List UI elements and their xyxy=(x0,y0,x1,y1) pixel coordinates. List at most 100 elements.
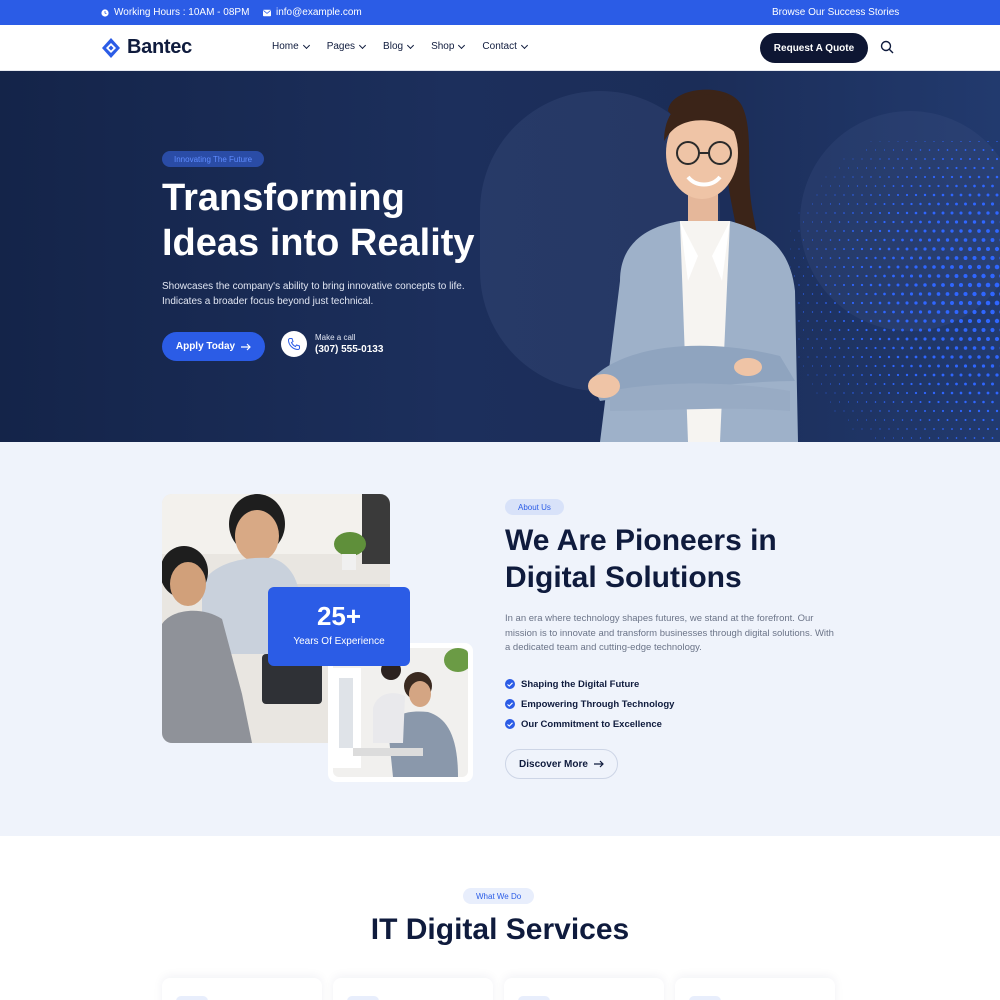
pattern-dot xyxy=(838,293,841,295)
nav-item-pages[interactable]: Pages xyxy=(327,41,367,52)
pattern-dot xyxy=(924,141,926,142)
pattern-dot xyxy=(892,185,895,187)
pattern-dot xyxy=(883,238,886,242)
service-card[interactable] xyxy=(675,978,835,1000)
service-card[interactable] xyxy=(504,978,664,1000)
pattern-dot xyxy=(932,319,936,323)
nav-item-shop[interactable]: Shop xyxy=(431,41,466,52)
pattern-dot xyxy=(892,310,895,314)
apply-today-button[interactable]: Apply Today xyxy=(162,332,265,361)
pattern-dot xyxy=(874,346,877,350)
pattern-dot xyxy=(888,428,890,430)
pattern-dot xyxy=(816,302,818,304)
working-hours: Working Hours : 10AM - 08PM xyxy=(101,7,249,18)
pattern-dot xyxy=(996,141,998,142)
pattern-dot xyxy=(847,365,850,367)
success-stories-text: Browse Our Success Stories xyxy=(772,7,900,18)
service-card[interactable] xyxy=(162,978,322,1000)
pattern-dot xyxy=(950,283,954,287)
pattern-dot xyxy=(870,428,872,430)
pattern-dot xyxy=(923,319,927,323)
pattern-dot xyxy=(829,347,832,349)
pattern-dot xyxy=(905,283,909,287)
pattern-dot xyxy=(896,265,900,269)
service-card[interactable] xyxy=(333,978,493,1000)
pattern-dot xyxy=(927,256,932,260)
pattern-dot xyxy=(838,185,841,187)
pattern-dot xyxy=(933,141,935,142)
pattern-dot xyxy=(865,221,868,223)
pattern-dot xyxy=(847,329,850,331)
pattern-dot xyxy=(991,382,994,386)
pattern-dot xyxy=(865,167,868,169)
pattern-dot xyxy=(843,176,845,178)
request-quote-button[interactable]: Request A Quote xyxy=(760,33,868,63)
search-icon[interactable] xyxy=(880,40,894,54)
pattern-dot xyxy=(941,409,945,413)
pattern-dot xyxy=(839,167,840,169)
pattern-dot xyxy=(986,391,990,395)
pattern-dot xyxy=(932,211,936,215)
pattern-dot xyxy=(834,374,836,376)
pattern-dot xyxy=(932,337,936,341)
pattern-dot xyxy=(919,364,922,368)
pattern-dot xyxy=(892,274,895,278)
pattern-dot xyxy=(825,338,827,340)
pattern-dot xyxy=(982,166,985,170)
pattern-dot xyxy=(887,373,891,377)
checklist-label: Empowering Through Technology xyxy=(521,698,675,710)
pattern-dot xyxy=(950,409,954,413)
logo[interactable]: Bantec xyxy=(101,36,192,59)
pattern-dot xyxy=(967,300,973,306)
pattern-dot xyxy=(927,238,932,242)
pattern-dot xyxy=(856,203,859,205)
pattern-dot xyxy=(816,248,818,250)
pattern-dot xyxy=(901,310,904,314)
pattern-dot xyxy=(829,221,832,223)
pattern-dot xyxy=(950,211,954,215)
brand-name: Bantec xyxy=(127,36,192,58)
pattern-dot xyxy=(874,256,877,260)
pattern-dot xyxy=(816,374,818,376)
pattern-dot xyxy=(905,337,909,341)
call-text: Make a call (307) 555-0133 xyxy=(315,333,383,355)
pattern-dot xyxy=(936,292,941,296)
pattern-dot xyxy=(964,400,967,404)
nav-item-contact[interactable]: Contact xyxy=(482,41,528,52)
discover-more-button[interactable]: Discover More xyxy=(505,749,618,779)
pattern-dot xyxy=(856,383,859,385)
pattern-dot xyxy=(897,410,899,412)
pattern-dot xyxy=(883,328,886,332)
pattern-dot xyxy=(870,212,872,214)
pattern-dot xyxy=(906,141,908,142)
pattern-dot xyxy=(901,167,904,169)
pattern-dot xyxy=(918,274,923,278)
email-text: info@example.com xyxy=(276,7,362,18)
nav-item-blog[interactable]: Blog xyxy=(383,41,415,52)
pattern-dot xyxy=(991,418,994,422)
email-link[interactable]: info@example.com xyxy=(263,7,362,18)
pattern-dot xyxy=(910,346,913,350)
pattern-dot xyxy=(964,149,967,151)
nav-item-home[interactable]: Home xyxy=(272,41,310,52)
pattern-dot xyxy=(986,157,990,161)
pattern-dot xyxy=(941,373,945,377)
pattern-dot xyxy=(933,428,935,430)
success-stories-link[interactable]: Browse Our Success Stories xyxy=(772,7,899,18)
pattern-dot xyxy=(865,274,868,278)
pattern-dot xyxy=(856,401,859,403)
make-a-call[interactable]: Make a call (307) 555-0133 xyxy=(281,331,383,357)
pattern-dot xyxy=(986,229,990,233)
pattern-dot xyxy=(919,400,922,404)
pattern-dot xyxy=(995,175,999,179)
clock-icon xyxy=(101,8,109,17)
pattern-dot xyxy=(951,141,953,142)
pattern-dot xyxy=(990,346,995,350)
pattern-dot xyxy=(825,374,827,376)
pattern-dot xyxy=(820,347,823,349)
pattern-dot xyxy=(981,273,986,279)
pattern-dot xyxy=(910,167,913,169)
main-nav: Bantec Home Pages Blog Shop Contact Requ… xyxy=(0,25,1000,71)
checklist-item: Our Commitment to Excellence xyxy=(505,714,674,734)
chevron-down-icon xyxy=(302,41,310,49)
